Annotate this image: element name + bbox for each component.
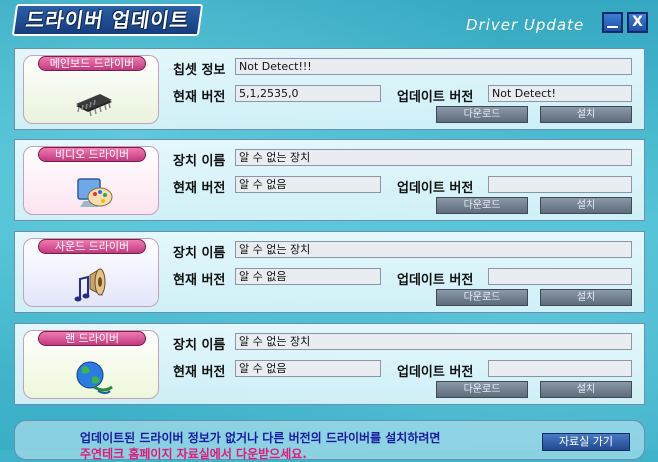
sound-thumbnail: 사운드 드라이버 bbox=[23, 238, 159, 307]
update-version-label: 업데이트 버전 bbox=[397, 90, 474, 105]
install-button[interactable]: 설치 bbox=[540, 289, 632, 306]
download-button[interactable]: 다운로드 bbox=[436, 381, 528, 398]
install-button[interactable]: 설치 bbox=[540, 197, 632, 214]
lan-thumbnail: 랜 드라이버 bbox=[23, 330, 159, 399]
mainboard-driver-panel: 메인보드 드라이버 칩셋 정보 Not Detect!!! 현재 버전 5,1,… bbox=[14, 48, 645, 130]
category-label: 비디오 드라이버 bbox=[38, 147, 146, 162]
sound-driver-panel: 사운드 드라이버 장치 이름 알 수 없는 장치 현재 버전 알 수 없음 업데… bbox=[14, 231, 645, 313]
device-name-label: 장치 이름 bbox=[173, 154, 226, 169]
info-footer: 업데이트된 드라이버 정보가 없거나 다른 버전의 드라이버를 설치하려면 주연… bbox=[14, 420, 645, 461]
network-globe-icon bbox=[76, 361, 113, 394]
chip-icon bbox=[76, 94, 112, 117]
close-button[interactable]: X bbox=[627, 12, 648, 33]
update-version-field bbox=[488, 360, 632, 377]
chipset-info-label: 칩셋 정보 bbox=[173, 63, 226, 78]
current-version-label: 현재 버전 bbox=[173, 273, 226, 288]
current-version-label: 현재 버전 bbox=[173, 181, 226, 196]
video-driver-panel: 비디오 드라이버 장치 이름 알 수 없는 장치 현재 버전 알 수 없음 업데… bbox=[14, 139, 645, 221]
download-button[interactable]: 다운로드 bbox=[436, 106, 528, 123]
device-name-field: 알 수 없는 장치 bbox=[235, 149, 632, 166]
device-name-field: 알 수 없는 장치 bbox=[235, 333, 632, 350]
update-version-label: 업데이트 버전 bbox=[397, 181, 474, 196]
update-version-label: 업데이트 버전 bbox=[397, 273, 474, 288]
app-title-korean: 드라이버 업데이트 bbox=[11, 4, 204, 36]
minimize-button[interactable] bbox=[602, 12, 623, 33]
lan-driver-panel: 랜 드라이버 장치 이름 알 수 없는 장치 현재 버전 알 수 없음 업데이트… bbox=[14, 323, 645, 405]
chipset-info-field: Not Detect!!! bbox=[235, 58, 632, 75]
mainboard-thumbnail: 메인보드 드라이버 bbox=[23, 55, 159, 124]
info-text-line1: 업데이트된 드라이버 정보가 없거나 다른 버전의 드라이버를 설치하려면 bbox=[80, 431, 441, 445]
current-version-field: 알 수 없음 bbox=[235, 176, 381, 193]
update-version-field bbox=[488, 268, 632, 285]
device-name-label: 장치 이름 bbox=[173, 338, 226, 353]
current-version-field: 알 수 없음 bbox=[235, 360, 381, 377]
device-name-field: 알 수 없는 장치 bbox=[235, 241, 632, 258]
info-text-line2: 주연테크 홈페이지 자료실에서 다운받으세요. bbox=[80, 447, 307, 461]
current-version-field: 5,1,2535,0 bbox=[235, 85, 381, 102]
update-version-field: Not Detect! bbox=[488, 85, 632, 102]
category-label: 랜 드라이버 bbox=[38, 331, 146, 346]
install-button[interactable]: 설치 bbox=[540, 106, 632, 123]
device-name-label: 장치 이름 bbox=[173, 246, 226, 261]
update-version-field bbox=[488, 176, 632, 193]
install-button[interactable]: 설치 bbox=[540, 381, 632, 398]
current-version-label: 현재 버전 bbox=[173, 365, 226, 380]
display-palette-icon bbox=[77, 178, 113, 207]
category-label: 메인보드 드라이버 bbox=[38, 56, 146, 71]
download-button[interactable]: 다운로드 bbox=[436, 289, 528, 306]
app-title-english: Driver Update bbox=[466, 16, 585, 34]
update-version-label: 업데이트 버전 bbox=[397, 365, 474, 380]
download-button[interactable]: 다운로드 bbox=[436, 197, 528, 214]
title-bar: 드라이버 업데이트 Driver Update X bbox=[0, 0, 658, 40]
go-to-download-center-button[interactable]: 자료실 가기 bbox=[542, 433, 630, 451]
speaker-note-icon bbox=[74, 268, 106, 302]
current-version-label: 현재 버전 bbox=[173, 90, 226, 105]
category-label: 사운드 드라이버 bbox=[38, 239, 146, 254]
video-thumbnail: 비디오 드라이버 bbox=[23, 146, 159, 215]
current-version-field: 알 수 없음 bbox=[235, 268, 381, 285]
